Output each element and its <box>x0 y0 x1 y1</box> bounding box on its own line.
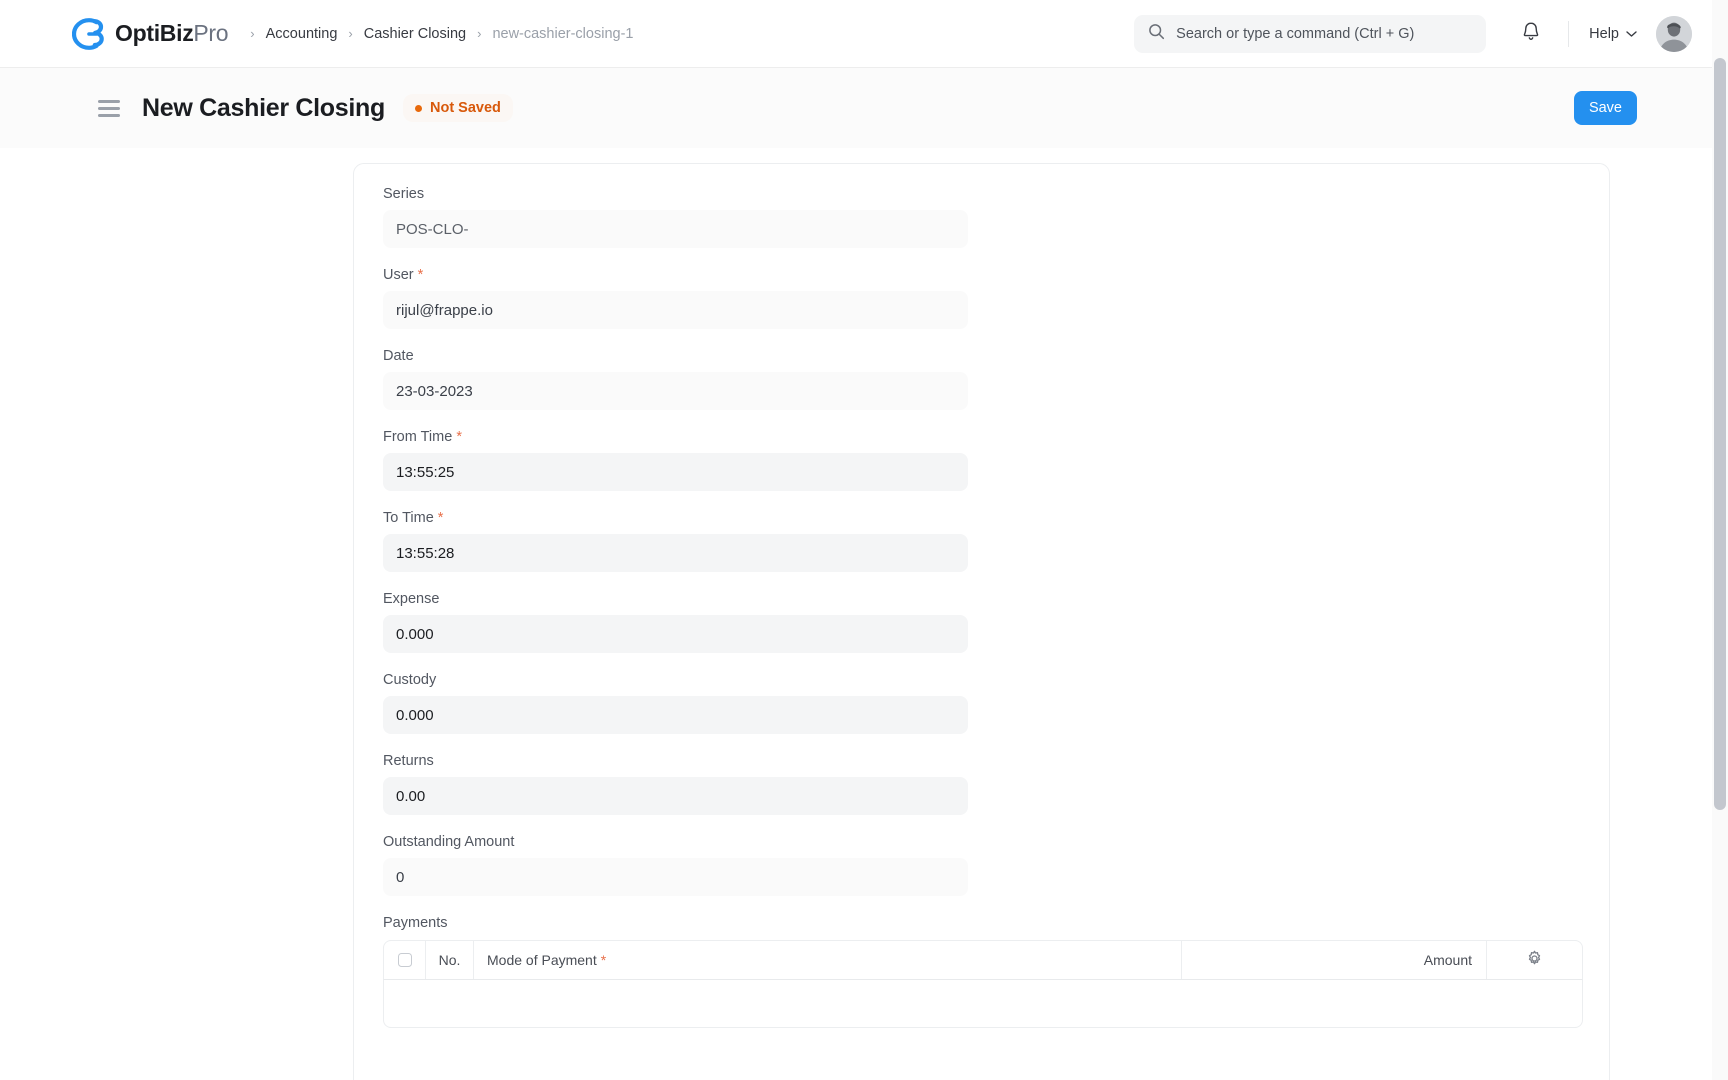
field-label: Returns <box>383 753 434 769</box>
field-expense: Expense 0.000 <box>383 591 968 653</box>
user-input[interactable]: rijul@frappe.io <box>383 291 968 329</box>
avatar[interactable] <box>1656 15 1692 52</box>
search-placeholder: Search or type a command (Ctrl + G) <box>1176 25 1415 42</box>
breadcrumb-item-cashier-closing[interactable]: Cashier Closing <box>364 26 466 42</box>
brand-logo[interactable]: OptiBizPro <box>71 17 229 51</box>
payments-section-label: Payments <box>383 915 448 931</box>
column-header-label: Mode of Payment <box>487 952 597 968</box>
field-date: Date 23-03-2023 <box>383 348 968 410</box>
column-header-amount: Amount <box>1182 941 1487 979</box>
brand-name-light: Pro <box>193 20 229 46</box>
outstanding-amount-input[interactable]: 0 <box>383 858 968 896</box>
grid-settings-button[interactable] <box>1487 941 1582 979</box>
form-card: Series POS-CLO- User * rijul@frappe.io D… <box>353 163 1610 1080</box>
field-label: Date <box>383 348 414 364</box>
form-column: Series POS-CLO- User * rijul@frappe.io D… <box>383 186 968 931</box>
field-series: Series POS-CLO- <box>383 186 968 248</box>
status-badge: Not Saved <box>402 94 513 122</box>
field-label: Expense <box>383 591 440 607</box>
field-label: Outstanding Amount <box>383 834 515 850</box>
brand-name-bold: OptiBiz <box>115 20 194 46</box>
hamburger-menu-icon[interactable] <box>98 99 120 117</box>
gear-icon <box>1526 950 1543 970</box>
payments-section-label-wrap: Payments <box>383 915 968 931</box>
field-label: From Time * <box>383 429 462 445</box>
to-time-input[interactable]: 13:55:28 <box>383 534 968 572</box>
field-label: Series <box>383 186 425 202</box>
save-button[interactable]: Save <box>1573 91 1637 125</box>
required-marker: * <box>417 267 424 283</box>
page-header: New Cashier Closing Not Saved Save <box>0 68 1712 148</box>
select-all-rows[interactable] <box>384 941 426 979</box>
optibizpro-logo-icon <box>71 17 106 51</box>
breadcrumb-item-accounting[interactable]: Accounting <box>266 26 338 42</box>
from-time-input[interactable]: 13:55:25 <box>383 453 968 491</box>
breadcrumb-separator: › <box>250 26 255 41</box>
breadcrumb-separator: › <box>348 26 353 41</box>
custody-input[interactable]: 0.000 <box>383 696 968 734</box>
search-input[interactable]: Search or type a command (Ctrl + G) <box>1134 14 1487 53</box>
payments-grid-body[interactable] <box>383 980 1583 1028</box>
app-viewport: OptiBizPro › Accounting › Cashier Closin… <box>0 0 1728 1080</box>
navbar-right-group: Search or type a command (Ctrl + G) Help <box>1134 14 1712 53</box>
navbar-divider <box>1568 20 1570 47</box>
column-header-mode-of-payment: Mode of Payment * <box>474 941 1182 979</box>
breadcrumb-item-current[interactable]: new-cashier-closing-1 <box>492 26 633 42</box>
payments-grid: No. Mode of Payment * Amount <box>383 940 1583 1028</box>
status-dot-icon <box>414 104 422 112</box>
field-from-time: From Time * 13:55:25 <box>383 429 968 491</box>
breadcrumb: › Accounting › Cashier Closing › new-cas… <box>250 26 633 42</box>
required-marker: * <box>437 510 444 526</box>
field-custody: Custody 0.000 <box>383 672 968 734</box>
page-scrollbar-thumb[interactable] <box>1714 58 1726 810</box>
payments-grid-header: No. Mode of Payment * Amount <box>383 940 1583 980</box>
date-input[interactable]: 23-03-2023 <box>383 372 968 410</box>
expense-input[interactable]: 0.000 <box>383 615 968 653</box>
required-marker: * <box>600 952 607 968</box>
series-input[interactable]: POS-CLO- <box>383 210 968 248</box>
field-label: To Time * <box>383 510 444 526</box>
breadcrumb-separator: › <box>477 26 482 41</box>
brand-text: OptiBizPro <box>115 20 229 47</box>
column-header-no: No. <box>426 941 474 979</box>
required-marker: * <box>456 429 462 445</box>
field-to-time: To Time * 13:55:28 <box>383 510 968 572</box>
checkbox-icon <box>397 953 412 967</box>
field-label: User * <box>383 267 424 283</box>
search-icon <box>1148 23 1165 45</box>
page-title: New Cashier Closing <box>142 93 385 122</box>
returns-input[interactable]: 0.00 <box>383 777 968 815</box>
field-label: Custody <box>383 672 437 688</box>
status-badge-label: Not Saved <box>429 100 501 116</box>
chevron-down-icon <box>1626 26 1637 42</box>
help-menu-button[interactable]: Help <box>1589 26 1637 42</box>
notifications-button[interactable] <box>1512 15 1550 53</box>
field-returns: Returns 0.00 <box>383 753 968 815</box>
top-navbar: OptiBizPro › Accounting › Cashier Closin… <box>0 0 1712 68</box>
bell-icon <box>1521 21 1541 47</box>
field-outstanding-amount: Outstanding Amount 0 <box>383 834 968 896</box>
help-label: Help <box>1589 25 1619 42</box>
field-user: User * rijul@frappe.io <box>383 267 968 329</box>
